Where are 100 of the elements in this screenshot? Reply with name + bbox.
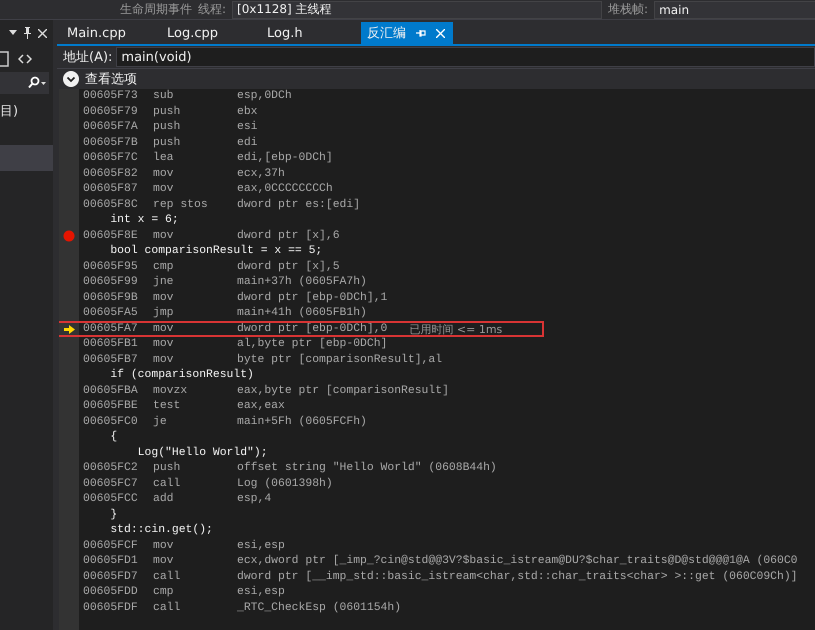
close-icon[interactable]	[38, 28, 47, 38]
instruction-address: 00605FD7	[83, 570, 139, 584]
instruction-opcode: push	[153, 461, 182, 476]
editor-tab[interactable]: Log.h	[261, 22, 361, 44]
instruction-address: 00605F73	[83, 89, 139, 104]
thread-dropdown[interactable]: [0x1128] 主线程	[232, 0, 602, 18]
instruction-opcode: jne	[153, 275, 175, 290]
stack-frame-dropdown[interactable]: main	[654, 0, 815, 18]
instruction-opcode: test	[153, 399, 182, 414]
instruction-operand: ecx,37h	[237, 166, 285, 182]
instruction-opcode: mov	[153, 538, 175, 554]
elapsed-time-note: 已用时间 <= 1ms	[409, 322, 502, 337]
frame-label: 堆栈帧:	[608, 1, 648, 18]
instruction-opcode: lea	[153, 151, 175, 166]
instruction-address: 00605F87	[83, 182, 139, 197]
instruction-operand: esi,esp	[237, 585, 285, 600]
instruction-operand: eax,0CCCCCCCCh	[237, 182, 333, 197]
instruction-address: 00605F8C	[83, 198, 139, 212]
source-line: if (comparisonResult)	[109, 368, 254, 383]
instruction-opcode: mov	[153, 352, 175, 368]
instruction-operand: dword ptr [ebp-0DCh],1	[237, 290, 388, 306]
instruction-address: 00605FA7	[83, 322, 139, 336]
instruction-opcode: rep stos	[153, 198, 209, 212]
instruction-opcode: call	[153, 570, 182, 584]
instruction-address: 00605F7A	[83, 120, 139, 135]
instruction-opcode: mov	[153, 290, 175, 306]
source-line: bool comparisonResult = x == 5;	[109, 244, 322, 259]
instruction-operand: ecx,dword ptr [_imp_?cin@std@@3V?$basic_istream@DU?$char_traits@D@std@@@1@A (060C0	[237, 554, 798, 569]
instruction-opcode: mov	[153, 322, 175, 336]
source-line: int x = 6;	[109, 213, 179, 228]
instruction-address: 00605FCF	[83, 538, 139, 554]
instruction-operand: byte ptr [comparisonResult],al	[237, 352, 442, 368]
instruction-operand: main+37h (0605FA7h)	[237, 275, 367, 290]
sidebar-item-text: 目)	[0, 103, 20, 120]
editor-tab[interactable]: Main.cpp	[61, 22, 161, 44]
instruction-address: 00605F82	[83, 166, 139, 182]
instruction-opcode: jmp	[153, 306, 175, 321]
instruction-address: 00605F99	[83, 275, 139, 290]
instruction-opcode: push	[153, 104, 182, 120]
instruction-address: 00605F8E	[83, 228, 139, 244]
instruction-address: 00605FC7	[83, 476, 139, 492]
instruction-opcode: call	[153, 600, 182, 616]
instruction-address: 00605FA5	[83, 306, 139, 321]
instruction-address: 00605FDD	[83, 585, 139, 600]
instruction-opcode: push	[153, 120, 182, 135]
instruction-operand: main+41h (0605FB1h)	[237, 306, 367, 321]
instruction-address: 00605F95	[83, 260, 139, 274]
instruction-address: 00605F9B	[83, 290, 139, 306]
breakpoint-icon[interactable]	[63, 230, 75, 242]
source-line: {	[109, 430, 118, 445]
instruction-address: 00605FCC	[83, 492, 139, 507]
instruction-operand: edi	[237, 136, 258, 150]
instruction-operand: dword ptr [x],6	[237, 228, 340, 244]
instruction-address: 00605FC2	[83, 461, 139, 476]
source-line: Log("Hello World");	[136, 446, 268, 460]
instruction-address: 00605F7B	[83, 136, 139, 150]
instruction-opcode: push	[153, 136, 182, 150]
search-icon[interactable]	[28, 76, 46, 90]
instruction-address: 00605F7C	[83, 151, 139, 166]
instruction-operand: esi	[237, 120, 258, 135]
instruction-address: 00605FC0	[83, 414, 139, 430]
address-label: 地址(A):	[63, 49, 112, 66]
instruction-operand: dword ptr [ebp-0DCh],0	[237, 322, 388, 336]
instruction-opcode: cmp	[153, 260, 175, 274]
instruction-operand: eax,eax	[237, 399, 285, 414]
instruction-operand: eax,byte ptr [comparisonResult]	[237, 384, 449, 398]
instruction-address: 00605FD1	[83, 554, 139, 569]
instruction-operand: _RTC_CheckEsp (0601154h)	[237, 600, 402, 616]
editor-tab[interactable]: Log.cpp	[161, 22, 261, 44]
lifecycle-label: 生命周期事件	[120, 1, 192, 18]
instruction-opcode: mov	[153, 228, 175, 244]
dropdown-icon[interactable]	[9, 30, 17, 36]
instruction-operand: dword ptr es:[edi]	[237, 198, 360, 212]
instruction-opcode: sub	[153, 89, 175, 104]
source-line: std::cin.get();	[109, 523, 213, 538]
instruction-address: 00605FBA	[83, 384, 139, 398]
instruction-opcode: mov	[153, 182, 175, 197]
chevron-down-icon[interactable]	[63, 71, 79, 87]
address-field[interactable]: main(void)	[116, 47, 815, 67]
instruction-operand: Log (0601398h)	[237, 476, 333, 492]
instruction-opcode: je	[153, 414, 168, 430]
instruction-opcode: movzx	[153, 384, 188, 398]
instruction-address: 00605FDF	[83, 600, 139, 616]
instruction-opcode: add	[153, 492, 175, 507]
instruction-operand: esp,4	[237, 492, 272, 507]
view-options-toggle[interactable]: 查看选项	[57, 69, 143, 89]
instruction-operand: al,byte ptr [ebp-0DCh]	[237, 337, 388, 352]
instruction-opcode: mov	[153, 166, 175, 182]
instruction-opcode: mov	[153, 554, 175, 569]
instruction-operand: ebx	[237, 104, 258, 120]
thread-label: 线程:	[198, 1, 226, 18]
instruction-operand: main+5Fh (0605FCFh)	[237, 414, 367, 430]
instruction-address: 00605FBE	[83, 399, 139, 414]
instruction-operand: dword ptr [__imp_std::basic_istream<char,std::char_traits<char> >::get (060C09Ch)]	[237, 570, 798, 584]
source-line: }	[109, 508, 118, 522]
instruction-address: 00605FB7	[83, 352, 139, 368]
instruction-opcode: call	[153, 476, 182, 492]
pin-icon[interactable]	[23, 27, 32, 39]
code-icon[interactable]	[18, 54, 32, 64]
instruction-address: 00605FB1	[83, 337, 139, 352]
